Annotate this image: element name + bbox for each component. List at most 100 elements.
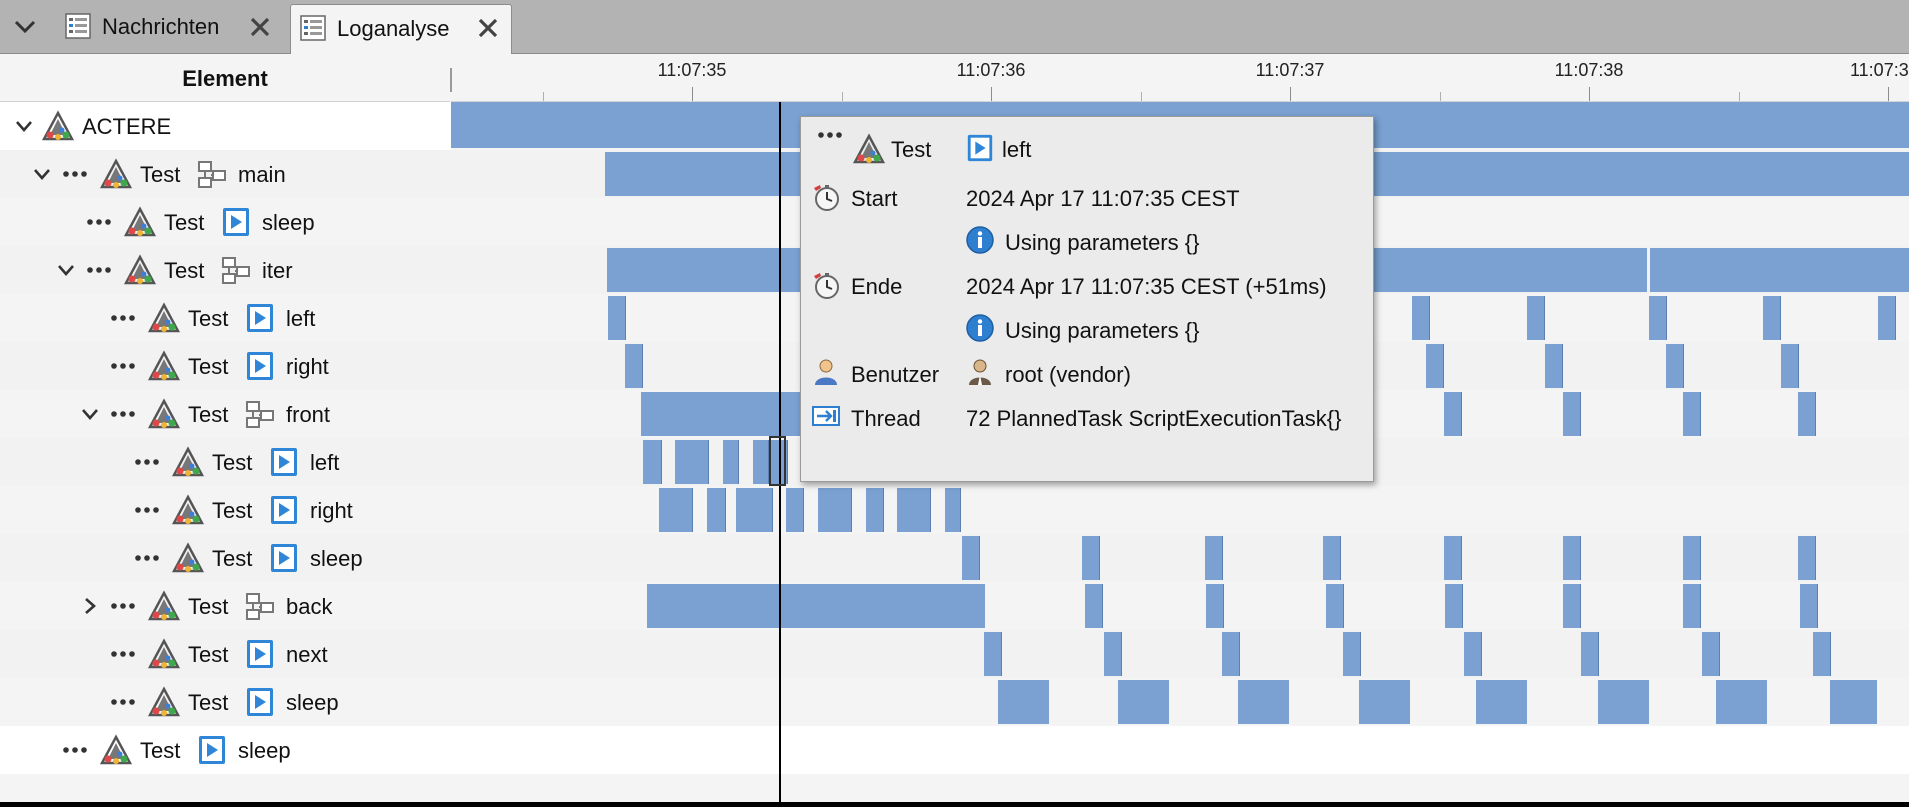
close-icon[interactable] (248, 15, 272, 39)
more-dots-icon[interactable] (110, 602, 136, 610)
table-log-icon (299, 14, 327, 42)
gantt-bar[interactable] (753, 440, 769, 484)
gantt-bar[interactable] (1104, 632, 1122, 676)
gantt-bar[interactable] (1683, 536, 1701, 580)
more-dots-icon[interactable] (110, 314, 136, 322)
more-dots-icon[interactable] (110, 650, 136, 658)
selected-bar-outline (769, 436, 786, 486)
gantt-bar[interactable] (1702, 632, 1720, 676)
gantt-bar[interactable] (818, 488, 852, 532)
table-log-icon (64, 12, 92, 40)
gantt-bar[interactable] (1683, 584, 1701, 628)
gantt-bar[interactable] (1206, 584, 1224, 628)
gantt-bar[interactable] (1716, 680, 1767, 724)
actere-triangle-icon (148, 686, 180, 718)
tree-row[interactable]: ACTERE (0, 102, 451, 150)
gantt-bar[interactable] (1563, 392, 1581, 436)
gantt-bar[interactable] (1527, 296, 1545, 340)
gantt-bar[interactable] (1798, 536, 1816, 580)
chevron-right-icon[interactable] (80, 596, 100, 616)
tree-item-type: Test (212, 546, 253, 571)
gantt-bar[interactable] (1798, 392, 1816, 436)
gantt-bar[interactable] (1326, 584, 1344, 628)
gantt-bar[interactable] (736, 488, 773, 532)
gantt-bar[interactable] (625, 344, 643, 388)
gantt-bar[interactable] (641, 392, 811, 436)
more-dots-icon[interactable] (134, 554, 160, 562)
gantt-bar[interactable] (723, 440, 739, 484)
gantt-bar[interactable] (984, 632, 1002, 676)
gantt-bar[interactable] (1563, 584, 1581, 628)
group-nodes-icon (220, 254, 252, 286)
gantt-bar[interactable] (897, 488, 931, 532)
tree-item-name: sleep (262, 210, 315, 235)
element-column-header[interactable]: Element (0, 54, 451, 102)
gantt-bar[interactable] (1445, 584, 1463, 628)
actere-triangle-icon (148, 638, 180, 670)
gantt-bar[interactable] (1426, 344, 1444, 388)
more-dots-icon[interactable] (110, 698, 136, 706)
gantt-bar[interactable] (998, 680, 1049, 724)
gantt-bar[interactable] (1085, 584, 1103, 628)
gantt-bar[interactable] (1238, 680, 1289, 724)
gantt-bar[interactable] (647, 584, 985, 628)
chevron-down-icon[interactable] (32, 164, 52, 184)
gantt-bar[interactable] (675, 440, 709, 484)
more-dots-icon[interactable] (62, 170, 88, 178)
gantt-bar[interactable] (707, 488, 726, 532)
gantt-bar[interactable] (1781, 344, 1799, 388)
gantt-bar[interactable] (1323, 536, 1341, 580)
tab-loganalyse[interactable]: Loganalyse (290, 4, 512, 54)
gantt-bar[interactable] (1878, 296, 1896, 340)
chevron-down-icon[interactable] (80, 404, 100, 424)
gantt-bar[interactable] (1082, 536, 1100, 580)
close-icon[interactable] (476, 16, 500, 40)
gantt-bar[interactable] (1444, 392, 1462, 436)
tab-list-chevron-icon[interactable] (10, 12, 40, 42)
more-dots-icon[interactable] (86, 218, 112, 226)
gantt-bar[interactable] (786, 488, 804, 532)
gantt-bar[interactable] (1118, 680, 1169, 724)
gantt-bar[interactable] (1581, 632, 1599, 676)
more-dots-icon[interactable] (110, 410, 136, 418)
gantt-bar[interactable] (1763, 296, 1781, 340)
gantt-bar[interactable] (1444, 536, 1462, 580)
timeline-minor-tick (543, 92, 544, 101)
gantt-bar[interactable] (1476, 680, 1527, 724)
tab-label: Nachrichten (102, 14, 220, 39)
gantt-bar[interactable] (1683, 392, 1701, 436)
more-dots-icon[interactable] (134, 506, 160, 514)
gantt-bar[interactable] (1598, 680, 1649, 724)
more-dots-icon[interactable] (110, 362, 136, 370)
gantt-bar[interactable] (866, 488, 884, 532)
gantt-bar[interactable] (1830, 680, 1877, 724)
user-icon (811, 357, 841, 387)
gantt-bar[interactable] (1800, 584, 1818, 628)
tree-item-name: sleep (310, 546, 363, 571)
gantt-bar[interactable] (659, 488, 693, 532)
gantt-bar[interactable] (1464, 632, 1482, 676)
tree-item-type: Test (188, 402, 229, 427)
actere-triangle-icon (148, 590, 180, 622)
gantt-bar[interactable] (1545, 344, 1563, 388)
more-dots-icon[interactable] (86, 266, 112, 274)
gantt-bar[interactable] (1563, 536, 1581, 580)
gantt-bar[interactable] (945, 488, 961, 532)
gantt-bar[interactable] (1343, 632, 1361, 676)
more-dots-icon[interactable] (62, 746, 88, 754)
gantt-bar[interactable] (1359, 680, 1410, 724)
gantt-bar[interactable] (1666, 344, 1684, 388)
gantt-bar[interactable] (1649, 296, 1667, 340)
tab-nachrichten[interactable]: Nachrichten (56, 0, 286, 53)
gantt-bar[interactable] (1205, 536, 1223, 580)
more-dots-icon[interactable] (134, 458, 160, 466)
chevron-down-icon[interactable] (14, 116, 34, 136)
gantt-bar[interactable] (1650, 248, 1909, 292)
gantt-bar[interactable] (643, 440, 662, 484)
gantt-bar[interactable] (1222, 632, 1240, 676)
chevron-down-icon[interactable] (56, 260, 76, 280)
gantt-bar[interactable] (962, 536, 980, 580)
gantt-bar[interactable] (1813, 632, 1831, 676)
gantt-bar[interactable] (608, 296, 626, 340)
gantt-bar[interactable] (1412, 296, 1430, 340)
